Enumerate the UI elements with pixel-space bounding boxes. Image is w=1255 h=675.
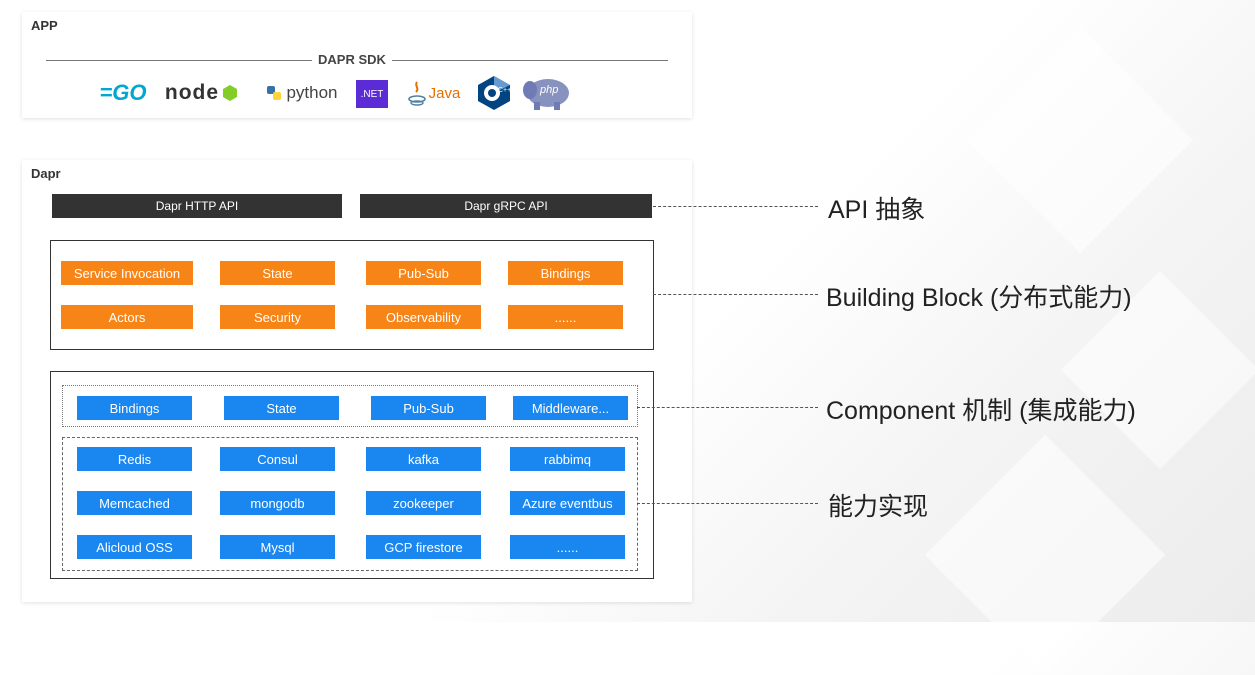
- implementation-item: Alicloud OSS: [77, 535, 192, 559]
- implementation-item: kafka: [366, 447, 481, 471]
- api-annotation: API 抽象: [828, 196, 926, 224]
- background-decoration: [966, 26, 1194, 254]
- building-block-item: Actors: [61, 305, 193, 329]
- grpc-api-bar: Dapr gRPC API: [360, 194, 652, 218]
- http-api-bar: Dapr HTTP API: [52, 194, 342, 218]
- implementation-item: Mysql: [220, 535, 335, 559]
- sdk-title: DAPR SDK: [312, 52, 392, 67]
- component-leader-line: [637, 407, 818, 408]
- building-block-item: Security: [220, 305, 335, 329]
- implementation-item: Memcached: [77, 491, 192, 515]
- building-block-item: Observability: [366, 305, 481, 329]
- implementation-item: mongodb: [220, 491, 335, 515]
- app-label: APP: [31, 18, 58, 33]
- cpp-logo-icon: C++: [478, 76, 512, 110]
- php-logo-icon: php: [522, 76, 570, 110]
- go-logo-text: =GO: [99, 80, 147, 105]
- component-item: Pub-Sub: [371, 396, 486, 420]
- implementation-item: zookeeper: [366, 491, 481, 515]
- building-block-item: Pub-Sub: [366, 261, 481, 285]
- nodejs-logo-icon: node: [156, 80, 246, 106]
- building-block-frame: [50, 240, 654, 350]
- php-logo-text: php: [540, 84, 559, 96]
- cpp-logo-text: C++: [498, 87, 512, 94]
- java-logo-text: Java: [428, 84, 461, 102]
- python-logo-icon: python: [258, 80, 346, 106]
- building-block-annotation: Building Block (分布式能力): [826, 284, 1132, 312]
- implementation-leader-line: [637, 503, 818, 504]
- component-item: Bindings: [77, 396, 192, 420]
- implementation-item: Azure eventbus: [510, 491, 625, 515]
- building-block-item: Bindings: [508, 261, 623, 285]
- building-block-leader-line: [653, 294, 818, 295]
- implementation-item: Redis: [77, 447, 192, 471]
- implementation-item: GCP firestore: [366, 535, 481, 559]
- implementation-item: ......: [510, 535, 625, 559]
- nodejs-logo-text: node: [164, 81, 220, 104]
- python-logo-text: python: [286, 83, 338, 102]
- implementation-annotation: 能力实现: [828, 493, 929, 521]
- implementation-item: rabbimq: [510, 447, 625, 471]
- building-block-item: ......: [508, 305, 623, 329]
- building-block-item: Service Invocation: [61, 261, 193, 285]
- component-item: Middleware...: [513, 396, 628, 420]
- component-annotation: Component 机制 (集成能力): [826, 397, 1136, 425]
- component-item: State: [224, 396, 339, 420]
- java-logo-icon: Java: [402, 78, 466, 108]
- dapr-label: Dapr: [31, 166, 61, 181]
- go-logo-icon: =GO: [95, 80, 151, 106]
- api-leader-line: [653, 206, 818, 207]
- app-panel: APP DAPR SDK =GO node python .NET Java C…: [22, 12, 692, 118]
- dotnet-logo-icon: .NET: [356, 80, 388, 108]
- building-block-item: State: [220, 261, 335, 285]
- implementation-item: Consul: [220, 447, 335, 471]
- dotnet-logo-text: .NET: [360, 88, 384, 100]
- background-decoration: [924, 434, 1166, 675]
